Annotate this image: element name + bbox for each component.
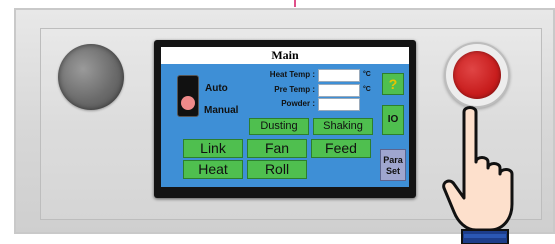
pointing-hand-icon <box>442 106 514 244</box>
powder-field[interactable] <box>318 98 360 111</box>
rotary-knob[interactable] <box>58 44 124 110</box>
auto-label: Auto <box>205 83 228 94</box>
para-set-line1: Para <box>383 155 403 165</box>
help-button[interactable]: ? <box>382 73 404 95</box>
powder-label: Powder : <box>281 99 315 108</box>
top-marker <box>294 0 296 7</box>
para-set-button[interactable]: Para Set <box>380 149 406 181</box>
screen-title: Main <box>161 47 409 64</box>
dusting-button[interactable]: Dusting <box>249 118 309 135</box>
toggle-switch-icon <box>181 96 195 110</box>
io-button[interactable]: IO <box>382 105 404 135</box>
fan-button[interactable]: Fan <box>247 139 307 158</box>
heat-temp-field[interactable] <box>318 69 360 82</box>
mode-toggle-switch[interactable] <box>177 75 199 117</box>
heat-button[interactable]: Heat <box>183 160 243 179</box>
heat-temp-unit: °C <box>363 71 371 78</box>
pre-temp-unit: °C <box>363 86 371 93</box>
emergency-stop-button[interactable] <box>444 42 510 108</box>
emergency-stop-icon <box>453 51 501 99</box>
roll-button[interactable]: Roll <box>247 160 307 179</box>
feed-button[interactable]: Feed <box>311 139 371 158</box>
para-set-line2: Set <box>385 166 400 176</box>
pre-temp-field[interactable] <box>318 84 360 97</box>
manual-label: Manual <box>204 105 239 116</box>
link-button[interactable]: Link <box>183 139 243 158</box>
heat-temp-label: Heat Temp : <box>269 70 315 79</box>
pre-temp-label: Pre Temp : <box>274 85 315 94</box>
hmi-bezel: Main Auto Manual Heat Temp : °C Pre Temp… <box>154 40 416 198</box>
hmi-screen: Main Auto Manual Heat Temp : °C Pre Temp… <box>161 47 409 187</box>
shaking-button[interactable]: Shaking <box>313 118 373 135</box>
